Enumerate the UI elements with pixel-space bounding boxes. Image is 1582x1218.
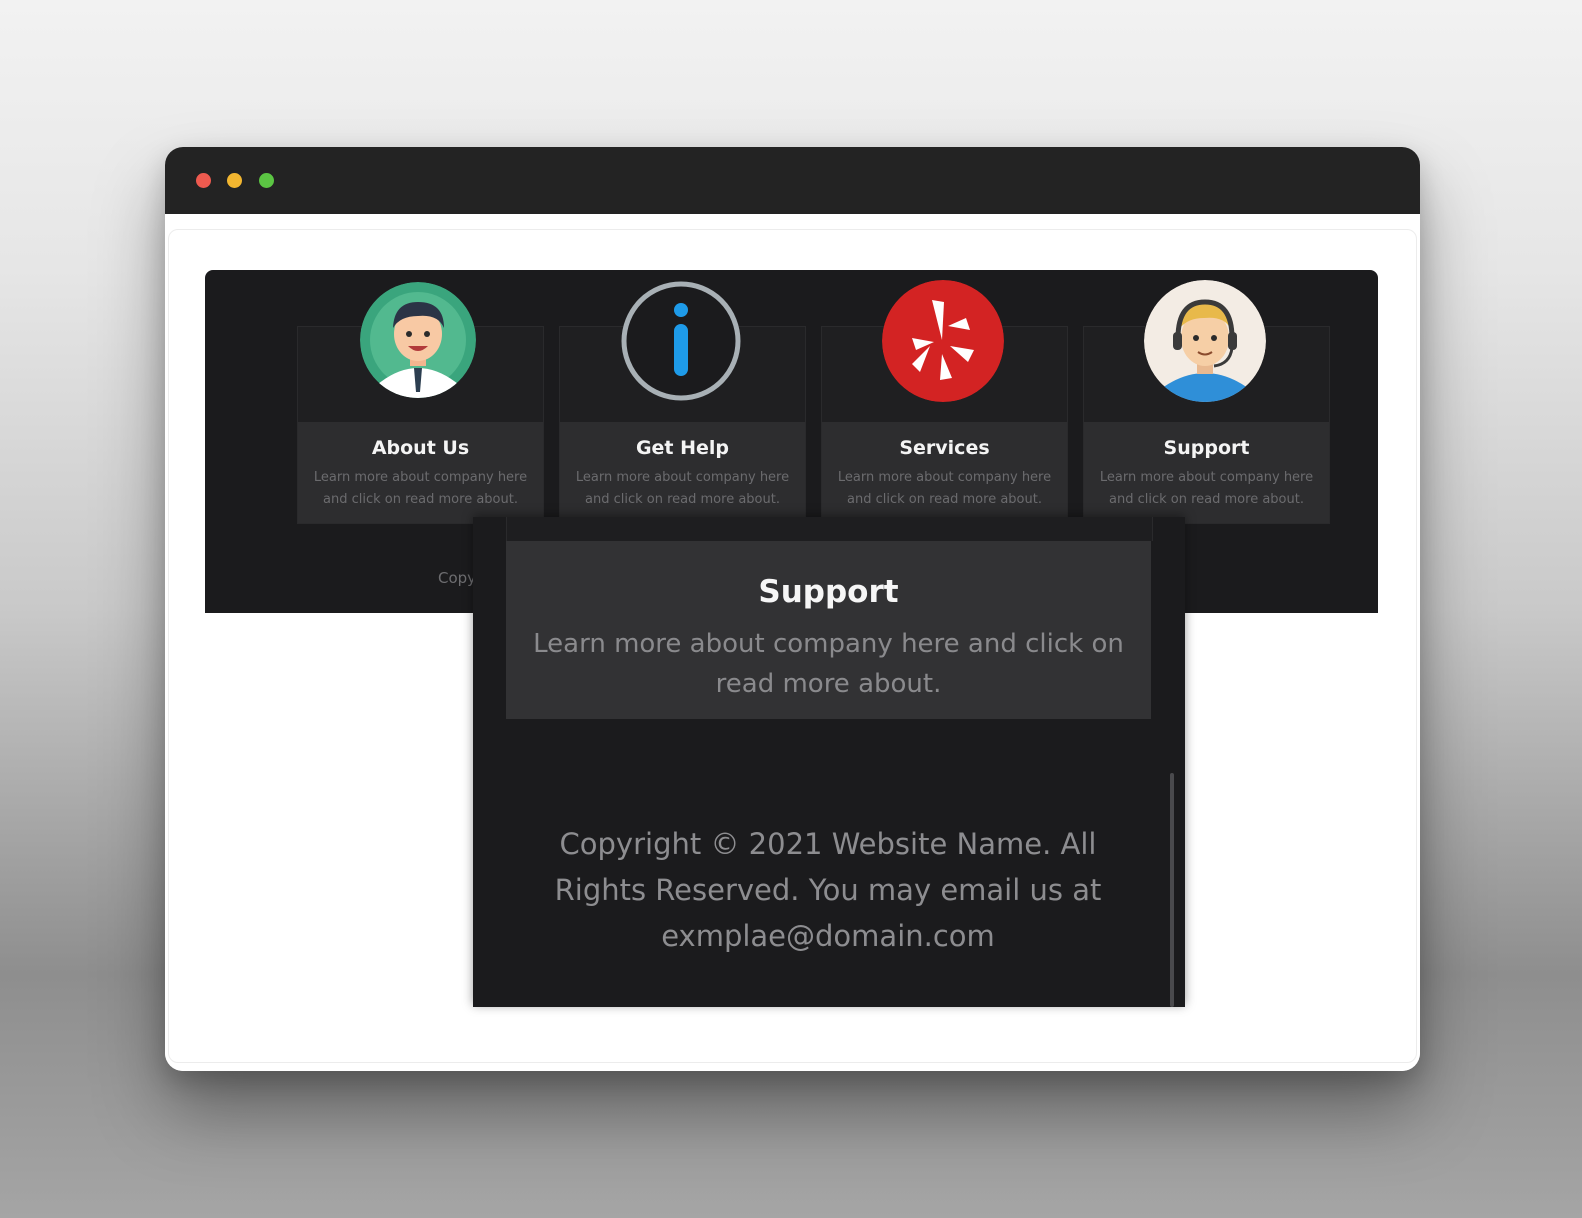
card-top-strip [506,517,1153,541]
card-description: Learn more about company here and click … [575,470,790,507]
card-title: Get Help [635,437,730,459]
card-body: About Us Learn more about company here a… [298,422,543,523]
yelp-burst-icon [882,280,1004,402]
card-title: Services [899,437,990,459]
card-title: Support [758,574,899,610]
card-description: Learn more about company here and click … [837,470,1052,507]
browser-window: About Us Learn more about company here a… [165,147,1420,1071]
scrollbar-thumb[interactable] [1170,773,1174,1007]
copyright-text: Copyright © 2021 Website Name. All Right… [554,827,1102,953]
businessman-avatar-icon [360,282,476,398]
card-title: Support [1163,437,1250,459]
card-title: About Us [371,437,470,459]
mobile-card-support[interactable]: Support Learn more about company here an… [506,541,1151,719]
headset-agent-avatar-icon [1144,280,1266,402]
minimize-window-button[interactable] [227,173,242,188]
copyright-fragment-left: Copy [438,569,477,587]
close-window-button[interactable] [196,173,211,188]
maximize-window-button[interactable] [259,173,274,188]
window-titlebar [165,147,1420,214]
card-body: Get Help Learn more about company here a… [560,422,805,523]
card-body: Support Learn more about company here an… [1084,422,1329,523]
card-description: Learn more about company here and click … [313,470,528,507]
mobile-footer-preview: Support Learn more about company here an… [473,517,1185,1007]
card-body: Services Learn more about company here a… [822,422,1067,523]
card-description: Learn more about company here and click … [1099,470,1314,507]
info-icon [621,281,741,401]
page-viewport: About Us Learn more about company here a… [165,214,1420,1071]
card-description: Learn more about company here and click … [533,629,1124,699]
